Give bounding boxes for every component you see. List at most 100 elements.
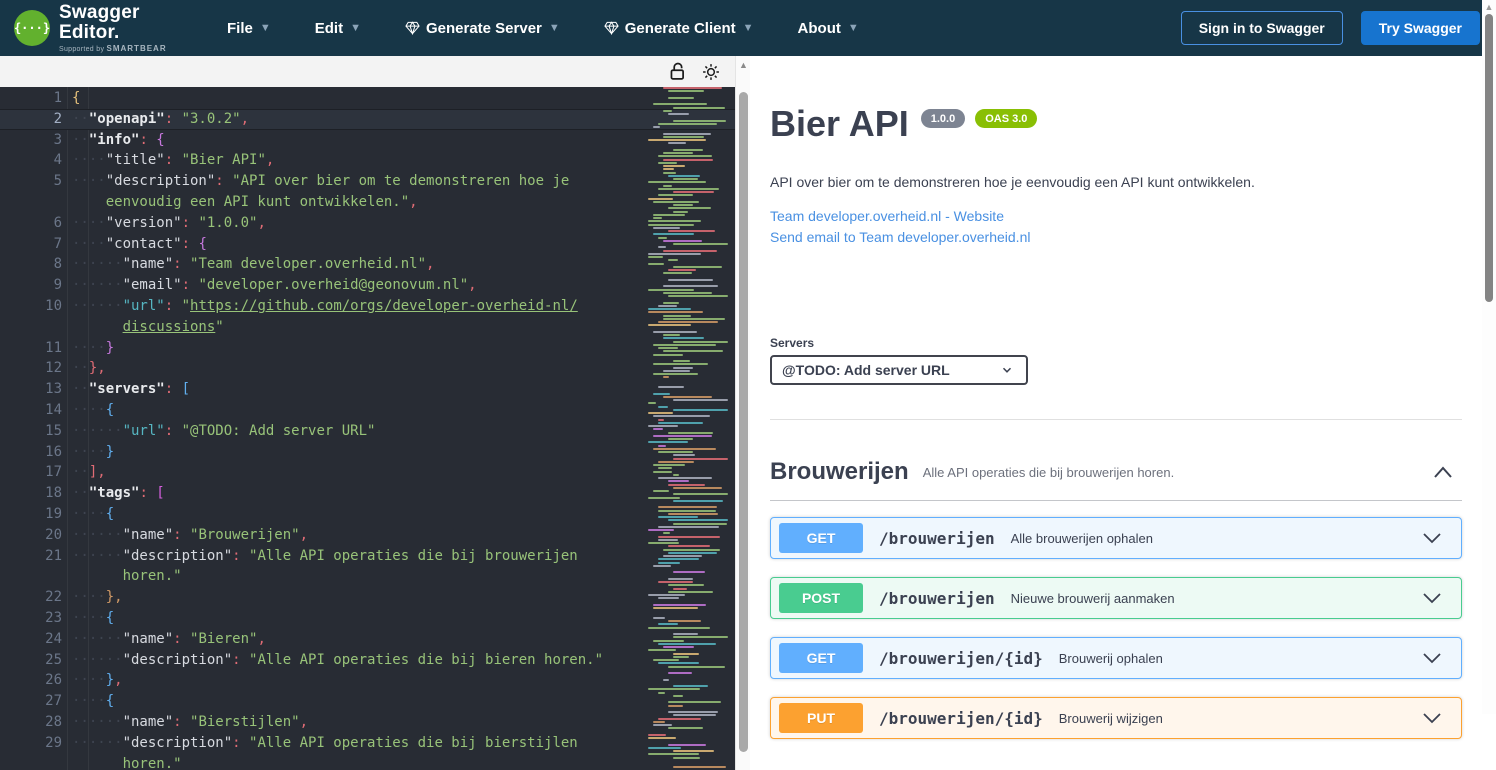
swagger-editor-brand[interactable]: {···} Swagger Editor. Supported by SMART… <box>14 3 199 53</box>
line-number: 4 <box>0 150 62 171</box>
code-line[interactable]: 2··"openapi": "3.0.2", <box>0 109 735 130</box>
brightness-icon[interactable] <box>701 62 721 82</box>
menu-about[interactable]: About▼ <box>784 10 873 47</box>
code-line[interactable]: 1{ <box>0 88 735 109</box>
code-line[interactable]: eenvoudig een API kunt ontwikkelen.", <box>0 192 735 213</box>
code-line[interactable]: 19····{ <box>0 504 735 525</box>
editor-minimap[interactable] <box>648 87 728 770</box>
code-line[interactable]: 12··}, <box>0 358 735 379</box>
caret-down-icon: ▼ <box>549 22 560 34</box>
menu-edit[interactable]: Edit ▼ <box>301 10 375 47</box>
expand-chevron-down-icon[interactable] <box>1421 650 1443 666</box>
collapse-chevron-up-icon[interactable] <box>1432 464 1454 480</box>
scroll-up-icon[interactable]: ▲ <box>736 60 751 70</box>
line-number: 25 <box>0 650 62 671</box>
unlock-icon[interactable] <box>668 61 687 82</box>
line-number: 19 <box>0 504 62 525</box>
menu-generate-server[interactable]: Generate Server ▼ <box>391 10 574 47</box>
code-line[interactable]: 4 ····"title": "Bier API", <box>0 150 735 171</box>
expand-chevron-down-icon[interactable] <box>1421 530 1443 546</box>
code-line[interactable]: 9······"email": "developer.overheid@geon… <box>0 275 735 296</box>
expand-chevron-down-icon[interactable] <box>1421 710 1443 726</box>
code-line[interactable]: 13··"servers": [ <box>0 379 735 400</box>
line-content: ····{ <box>72 400 114 421</box>
operation-row-get[interactable]: GET/brouwerijen/{id}Brouwerij ophalen <box>770 637 1462 679</box>
line-number: 15 <box>0 421 62 442</box>
api-doc-pane: Bier API 1.0.0 OAS 3.0 API over bier om … <box>750 56 1496 770</box>
code-line[interactable]: 15······"url": "@TODO: Add server URL" <box>0 421 735 442</box>
editor-scrollbar[interactable]: ▲ <box>735 56 750 770</box>
line-content: discussions" <box>72 317 224 338</box>
code-line[interactable]: 10······"url": "https://github.com/orgs/… <box>0 296 735 317</box>
code-line[interactable]: 22····}, <box>0 587 735 608</box>
code-line[interactable]: 11····} <box>0 338 735 359</box>
method-badge: GET <box>779 523 863 553</box>
line-content: ······"name": "Bierstijlen", <box>72 712 308 733</box>
code-line[interactable]: 21······"description": "Alle API operati… <box>0 546 735 567</box>
code-line[interactable]: 5····"description": "API over bier om te… <box>0 171 735 192</box>
servers-label: Servers <box>770 336 1462 350</box>
line-content: ······"name": "Team developer.overheid.n… <box>72 254 434 275</box>
line-number: 9 <box>0 275 62 296</box>
code-line[interactable]: 20······"name": "Brouwerijen", <box>0 525 735 546</box>
menu-label: File <box>227 20 253 37</box>
code-line[interactable]: 18··"tags": [ <box>0 483 735 504</box>
code-line[interactable]: 3··"info": { <box>0 130 735 151</box>
line-number: 22 <box>0 587 62 608</box>
website-link[interactable]: Team developer.overheid.nl - Website <box>770 206 1462 227</box>
menu-label: Generate Server <box>426 20 542 37</box>
code-line[interactable]: 27····{ <box>0 691 735 712</box>
line-number: 2 <box>0 110 62 129</box>
expand-chevron-down-icon[interactable] <box>1421 590 1443 606</box>
code-line[interactable]: 28······"name": "Bierstijlen", <box>0 712 735 733</box>
caret-down-icon: ▼ <box>350 22 361 34</box>
menu-file[interactable]: File ▼ <box>213 10 285 47</box>
code-editor[interactable]: 1{2··"openapi": "3.0.2",3··"info": {4 ···… <box>0 87 735 770</box>
line-content: ··"info": { <box>72 130 165 151</box>
code-line[interactable]: 14····{ <box>0 400 735 421</box>
line-content: ······"name": "Bieren", <box>72 629 266 650</box>
code-line[interactable]: 29······"description": "Alle API operati… <box>0 733 735 754</box>
code-line[interactable]: 26····}, <box>0 670 735 691</box>
operation-row-post[interactable]: POST/brouwerijenNieuwe brouwerij aanmake… <box>770 577 1462 619</box>
method-badge: GET <box>779 643 863 673</box>
line-content: ····"title": "Bier API", <box>72 150 274 171</box>
operation-row-put[interactable]: PUT/brouwerijen/{id}Brouwerij wijzigen <box>770 697 1462 739</box>
line-number: 16 <box>0 442 62 463</box>
scroll-up-icon[interactable]: ▲ <box>1482 2 1496 12</box>
doc-scrollbar[interactable]: ▲ <box>1482 0 1496 714</box>
brand-title: Swagger Editor. <box>59 3 199 43</box>
line-number: 8 <box>0 254 62 275</box>
editor-scrollbar-thumb[interactable] <box>739 92 748 752</box>
code-line[interactable]: 7····"contact": { <box>0 234 735 255</box>
code-line[interactable]: discussions" <box>0 317 735 338</box>
method-badge: POST <box>779 583 863 613</box>
email-link[interactable]: Send email to Team developer.overheid.nl <box>770 227 1462 248</box>
line-number: 11 <box>0 338 62 359</box>
line-number: 5 <box>0 171 62 192</box>
line-number: 27 <box>0 691 62 712</box>
code-line[interactable]: horen." <box>0 754 735 770</box>
servers-select[interactable]: @TODO: Add server URL <box>770 355 1028 385</box>
tag-section-header[interactable]: Brouwerijen Alle API operaties die bij b… <box>770 458 1462 501</box>
menu-label: About <box>798 20 841 37</box>
doc-scrollbar-thumb[interactable] <box>1485 14 1493 302</box>
try-swagger-button[interactable]: Try Swagger <box>1361 11 1480 45</box>
top-navbar: {···} Swagger Editor. Supported by SMART… <box>0 0 1496 56</box>
sign-in-button[interactable]: Sign in to Swagger <box>1181 11 1343 45</box>
line-number: 29 <box>0 733 62 754</box>
code-line[interactable]: 6····"version": "1.0.0", <box>0 213 735 234</box>
menu-label: Edit <box>315 20 343 37</box>
code-line[interactable]: 25······"description": "Alle API operati… <box>0 650 735 671</box>
line-number: 12 <box>0 358 62 379</box>
menu-generate-client[interactable]: Generate Client▼ <box>590 10 768 47</box>
code-line[interactable]: 24······"name": "Bieren", <box>0 629 735 650</box>
code-line[interactable]: 17··], <box>0 462 735 483</box>
caret-down-icon: ▼ <box>260 22 271 34</box>
code-line[interactable]: 8 ······"name": "Team developer.overheid.… <box>0 254 735 275</box>
code-line[interactable]: 16····} <box>0 442 735 463</box>
servers-select-value: @TODO: Add server URL <box>782 362 978 378</box>
code-line[interactable]: 23····{ <box>0 608 735 629</box>
code-line[interactable]: horen." <box>0 566 735 587</box>
operation-row-get[interactable]: GET/brouwerijenAlle brouwerijen ophalen <box>770 517 1462 559</box>
